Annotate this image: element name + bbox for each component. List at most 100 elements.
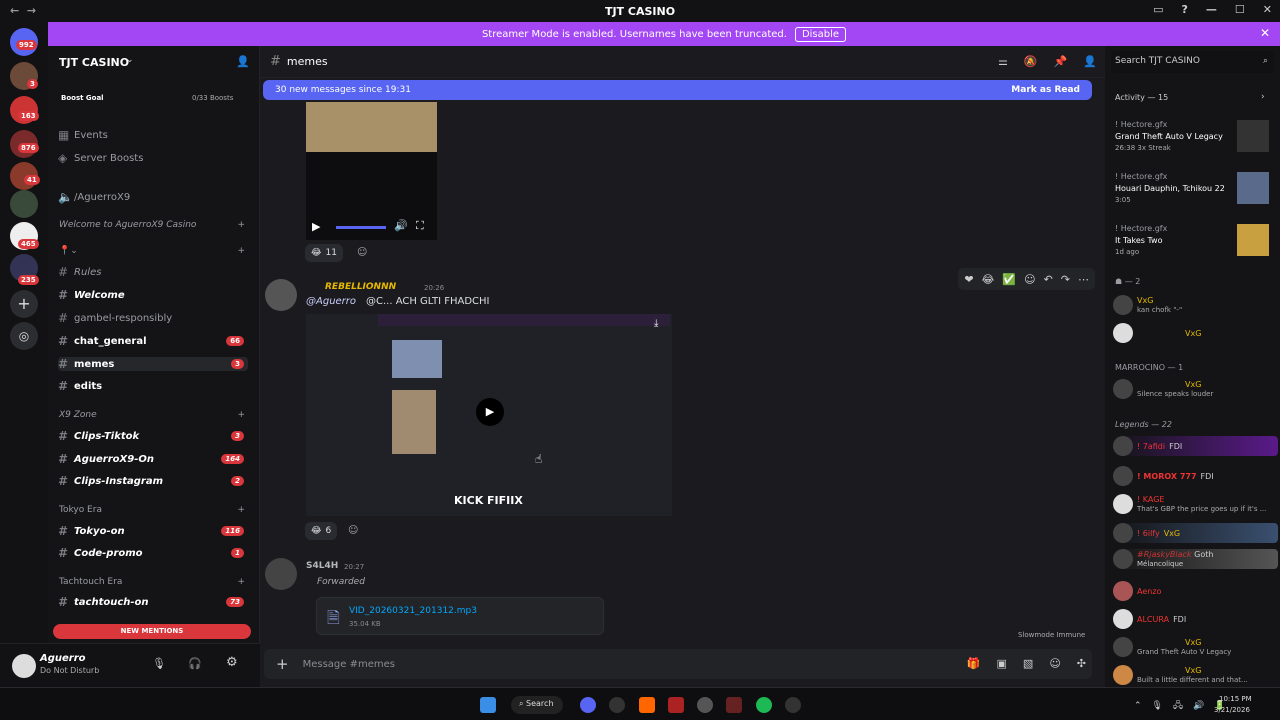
activity-header[interactable]: Activity — 15: [1115, 93, 1168, 102]
channel-tokyo-on[interactable]: # Tokyo-on 116: [58, 524, 248, 538]
clock-date[interactable]: 3/21/2026: [1214, 706, 1250, 714]
channel-tachtouch-on[interactable]: # tachtouch-on 73: [58, 595, 248, 609]
chevron-down-icon[interactable]: ⌄: [126, 55, 134, 65]
channel-code-promo[interactable]: # Code-promo 1: [58, 546, 248, 560]
server-boosts-item[interactable]: ◈ Server Boosts: [58, 151, 248, 165]
emoji-icon[interactable]: ☺: [1049, 657, 1060, 670]
download-icon[interactable]: ⤓: [654, 318, 658, 329]
mark-as-read-button[interactable]: Mark as Read: [1011, 85, 1080, 95]
video-embed[interactable]: ▶ KICK FIFIIX ⤓: [306, 314, 672, 516]
member-item[interactable]: ! KAGE That's GBP the price goes up if it…: [1113, 494, 1278, 514]
mention[interactable]: @Aguerro: [306, 296, 356, 307]
member-item[interactable]: Aenzo: [1113, 581, 1278, 601]
add-reaction-icon[interactable]: ☺: [348, 525, 358, 536]
play-icon[interactable]: ▶: [312, 220, 320, 233]
user-name[interactable]: Aguerro: [40, 653, 86, 664]
member-item[interactable]: VxG: [1113, 323, 1278, 343]
reply-icon[interactable]: ↶: [1044, 273, 1053, 286]
discover-icon[interactable]: ◎: [10, 322, 38, 350]
add-reaction-icon[interactable]: ☺: [357, 247, 367, 258]
server-icon[interactable]: [10, 190, 38, 218]
close-icon[interactable]: ✕: [1260, 26, 1270, 40]
clock-time[interactable]: 10:15 PM: [1219, 695, 1252, 703]
channel-gambel-responsibly[interactable]: # gambel-responsibly: [58, 311, 248, 325]
check-reaction-icon[interactable]: ✅: [1002, 273, 1016, 286]
video-progress[interactable]: [336, 226, 386, 229]
activity-user[interactable]: ! Hectore.gfx: [1115, 120, 1167, 129]
app-taskbar-icon[interactable]: [609, 697, 625, 713]
sticker-icon[interactable]: ▧: [1023, 657, 1033, 670]
disable-button[interactable]: Disable: [794, 26, 847, 42]
member-item[interactable]: VxG Silence speaks louder: [1113, 379, 1278, 399]
category-pin[interactable]: 📍⌄ +: [59, 246, 249, 256]
member-item[interactable]: ! 7afidi FDI: [1113, 436, 1278, 456]
minimize-button[interactable]: —: [1206, 3, 1217, 16]
add-channel-icon[interactable]: +: [237, 246, 245, 256]
reaction-laugh[interactable]: 😂 6: [305, 522, 338, 540]
message-input[interactable]: Message #memes: [303, 659, 395, 670]
pin-icon[interactable]: 📌: [1054, 55, 1068, 68]
category-x9-zone[interactable]: X9 Zone +: [59, 410, 249, 420]
author-name[interactable]: S4L4H: [306, 561, 338, 571]
add-channel-icon[interactable]: +: [237, 220, 245, 230]
channel-aguerrox9-on[interactable]: # AguerroX9-On 164: [58, 452, 248, 466]
maximize-button[interactable]: ☐: [1235, 3, 1245, 16]
plus-icon[interactable]: +: [276, 655, 289, 673]
windows-start-icon[interactable]: [480, 697, 496, 713]
avatar[interactable]: [12, 654, 36, 678]
new-messages-bar[interactable]: 30 new messages since 19:31 Mark as Read: [263, 80, 1092, 100]
gift-icon[interactable]: 🎁: [967, 657, 981, 670]
add-server-icon[interactable]: +: [10, 290, 38, 318]
laugh-reaction-icon[interactable]: 😂: [982, 273, 995, 286]
file-name[interactable]: VID_20260321_201312.mp3: [349, 606, 477, 616]
more-icon[interactable]: ⋯: [1078, 273, 1089, 286]
server-name[interactable]: TJT CASINO: [59, 56, 129, 69]
nav-arrows-icon[interactable]: ← →: [10, 4, 36, 17]
add-reaction-icon[interactable]: ☺: [1024, 273, 1035, 286]
gif-icon[interactable]: ▣: [997, 657, 1007, 670]
member-item[interactable]: ! 6ilfy VxG: [1113, 523, 1278, 543]
apps-icon[interactable]: ✣: [1077, 657, 1086, 670]
new-mentions-pill[interactable]: NEW MENTIONS: [53, 624, 251, 639]
member-item[interactable]: VxG kan chofk "-": [1113, 295, 1278, 315]
fullscreen-icon[interactable]: ⛶: [416, 219, 424, 233]
member-item[interactable]: ! MOROX 777 FDI: [1113, 466, 1278, 486]
spotify-taskbar-icon[interactable]: [756, 697, 772, 713]
app-taskbar-icon[interactable]: [697, 697, 713, 713]
member-item[interactable]: VxG Built a little different and that...: [1113, 665, 1278, 685]
volume-icon[interactable]: 🔊: [394, 219, 408, 232]
category-tokyo-era[interactable]: Tokyo Era +: [59, 505, 249, 515]
close-button[interactable]: ✕: [1263, 3, 1272, 16]
channel-rules[interactable]: # Rules: [58, 265, 248, 279]
channel-welcome[interactable]: # Welcome: [58, 288, 248, 302]
members-icon[interactable]: 👤: [1083, 55, 1097, 68]
channel-clips-tiktok[interactable]: # Clips-Tiktok 3: [58, 429, 248, 443]
app-taskbar-icon[interactable]: [668, 697, 684, 713]
member-item[interactable]: VxG Grand Theft Auto V Legacy: [1113, 637, 1278, 657]
boost-count[interactable]: 0/33 Boosts: [192, 94, 233, 102]
channel-clips-instagram[interactable]: # Clips-Instagram 2: [58, 474, 248, 488]
avatar[interactable]: [265, 279, 297, 311]
inbox-icon[interactable]: ▭: [1153, 3, 1163, 16]
chevron-right-icon[interactable]: ›: [1261, 92, 1265, 102]
brave-taskbar-icon[interactable]: [639, 697, 655, 713]
activity-user[interactable]: ! Hectore.gfx: [1115, 172, 1167, 181]
forward-icon[interactable]: ↷: [1061, 273, 1070, 286]
add-channel-icon[interactable]: +: [237, 505, 245, 515]
headphones-icon[interactable]: 🎧: [188, 657, 202, 670]
channel-memes[interactable]: # memes 3: [58, 357, 248, 371]
file-attachment[interactable]: 🗎 VID_20260321_201312.mp3 35.04 KB: [316, 597, 604, 635]
member-item[interactable]: #RjaskyBlack Goth Mélancolique: [1113, 549, 1278, 569]
channel-edits[interactable]: # edits: [58, 379, 248, 393]
category-tachtouch-era[interactable]: Tachtouch Era +: [59, 577, 249, 587]
reaction-laugh[interactable]: 😂 11: [305, 244, 343, 262]
events-item[interactable]: ▦ Events: [58, 128, 248, 142]
settings-gear-icon[interactable]: ⚙: [226, 655, 238, 670]
microphone-icon[interactable]: 🎙: [152, 657, 166, 670]
voice-channel[interactable]: 🔈/AguerroX9: [58, 190, 248, 204]
category-welcome[interactable]: Welcome to AguerroX9 Casino +: [59, 220, 249, 230]
video-player[interactable]: ▶ 🔊 ⛶: [306, 102, 437, 240]
add-member-icon[interactable]: 👤: [236, 55, 250, 68]
activity-user[interactable]: ! Hectore.gfx: [1115, 224, 1167, 233]
search-input[interactable]: Search TJT CASINO ⌕: [1111, 51, 1274, 73]
